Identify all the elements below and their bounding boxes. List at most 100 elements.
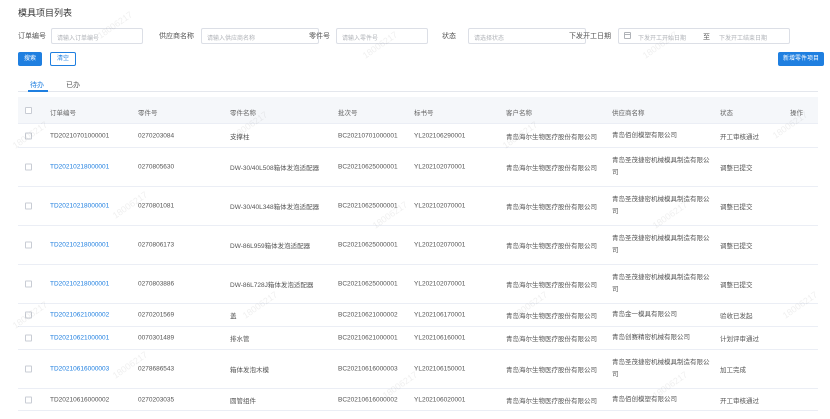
cell-order-no[interactable]: TD20210621000002: [50, 312, 109, 319]
cell-status: 调整已提交: [720, 165, 753, 172]
cell-customer: 青岛海尔生物医疗股份有限公司: [506, 313, 597, 320]
cell-supplier: 青岛圣茂捷密机械模具制造有限公司: [612, 196, 710, 215]
column-header-part-no: 零件号: [138, 110, 158, 117]
tab-done[interactable]: 已办: [66, 80, 80, 90]
order-no-input[interactable]: 请输入订单编号: [51, 28, 143, 44]
cell-part-no: 0270203035: [138, 396, 175, 403]
cell-part-name: DW-30/40L348箱体发泡适配器: [230, 204, 320, 211]
select-all-checkbox[interactable]: [25, 107, 32, 114]
column-header-batch-no: 批次号: [338, 110, 358, 117]
table-row[interactable]: TD20210701000001 0270203084 支撑柱 BC202107010…: [18, 125, 818, 148]
cell-status: 开工审核通过: [720, 134, 759, 141]
cell-supplier: 青岛佰创模塑有限公司: [612, 395, 677, 403]
table-row[interactable]: TD20210218000001 0270806173 DW-86L959箱体发泡适…: [18, 226, 818, 265]
cell-order-no[interactable]: TD20210616000003: [50, 366, 109, 373]
filter-bar: 订单编号 请输入订单编号 供应商名称 请输入供应商名称 零件号 请输入零件号 状…: [18, 28, 818, 44]
supplier-label: 供应商名称: [159, 33, 194, 40]
add-part-project-button[interactable]: 新增零件项目: [778, 52, 824, 66]
cell-bid-no: YL202106150001: [414, 365, 466, 373]
cell-customer: 青岛海尔生物医疗股份有限公司: [506, 204, 597, 211]
supplier-input[interactable]: 请输入供应商名称: [201, 28, 319, 44]
cell-supplier: 青岛金一模具有限公司: [612, 311, 677, 318]
cell-bid-no: YL202106290001: [414, 132, 466, 140]
cell-order-no[interactable]: TD20210218000001: [50, 164, 109, 171]
clear-button[interactable]: 清空: [50, 52, 76, 66]
row-checkbox[interactable]: [25, 396, 32, 403]
column-header-supplier: 供应商名称: [612, 110, 645, 117]
cell-status: 计划评审通过: [720, 336, 759, 343]
table-row[interactable]: TD20210621000001 0070301489 排水管 BC202106210…: [18, 327, 818, 350]
table-row[interactable]: TD20210218000001 0270803886 DW-86L728J箱体发泡…: [18, 265, 818, 304]
cell-part-name: 排水管: [230, 336, 250, 343]
date-start-placeholder[interactable]: 下发开工开始日期: [638, 33, 686, 42]
cell-customer: 青岛海尔生物医疗股份有限公司: [506, 336, 597, 343]
cell-bid-no: YL202102070001: [414, 280, 466, 288]
cell-bid-no: YL202102070001: [414, 241, 466, 249]
row-checkbox[interactable]: [25, 163, 32, 171]
cell-part-name: 盖: [230, 313, 237, 320]
cell-supplier: 青岛圣茂捷密机械模具制造有限公司: [612, 359, 710, 378]
start-date-range[interactable]: 下发开工开始日期 至 下发开工结束日期: [618, 28, 790, 44]
cell-part-no: 0270803886: [138, 280, 175, 288]
cell-bid-no: YL202102070001: [414, 163, 466, 171]
column-header-actions: 操作: [790, 110, 803, 117]
cell-batch-no: BC20210625000001: [338, 163, 398, 171]
cell-status: 调整已提交: [720, 204, 753, 211]
cell-customer: 青岛海尔生物医疗股份有限公司: [506, 134, 597, 141]
row-checkbox[interactable]: [25, 280, 32, 288]
part-no-input[interactable]: 请输入零件号: [336, 28, 428, 44]
cell-part-no: 0270201569: [138, 311, 175, 319]
column-header-order-no: 订单编号: [50, 110, 76, 117]
status-placeholder: 请选择状态: [474, 36, 505, 42]
cell-status: 验收已发起: [720, 313, 753, 320]
search-button[interactable]: 搜索: [18, 52, 42, 66]
row-checkbox[interactable]: [25, 202, 32, 210]
cell-batch-no: BC20210625000001: [338, 241, 398, 249]
cell-part-name: 箱体发泡木模: [230, 367, 269, 374]
cell-status: 加工完成: [720, 367, 746, 374]
supplier-placeholder: 请输入供应商名称: [207, 36, 256, 42]
table-row[interactable]: TD20210616000003 0278686543 箱体发泡木模 BC202106…: [18, 350, 818, 389]
cell-order-no: TD20210701000001: [50, 132, 110, 140]
table-row[interactable]: TD20210218000001 0270801081 DW-30/40L348箱体…: [18, 187, 818, 226]
cell-status: 开工审核通过: [720, 397, 759, 405]
part-no-label: 零件号: [309, 33, 330, 40]
row-checkbox[interactable]: [25, 334, 32, 342]
cell-order-no[interactable]: TD20210218000001: [50, 242, 109, 249]
part-no-placeholder: 请输入零件号: [342, 36, 379, 42]
cell-order-no[interactable]: TD20210218000001: [50, 281, 109, 288]
table-row[interactable]: TD20210218000001 0270805630 DW-30/40L508箱体…: [18, 148, 818, 187]
active-tab-indicator: [28, 90, 48, 92]
cell-supplier: 青岛佰创模塑有限公司: [612, 132, 677, 139]
cell-status: 调整已提交: [720, 243, 753, 250]
row-checkbox[interactable]: [25, 132, 32, 140]
cell-part-name: 支撑柱: [230, 134, 250, 141]
row-checkbox[interactable]: [25, 311, 32, 319]
date-end-placeholder[interactable]: 下发开工结束日期: [719, 33, 767, 42]
cell-order-no[interactable]: TD20210621000001: [50, 335, 109, 342]
cell-customer: 青岛海尔生物医疗股份有限公司: [506, 397, 597, 405]
date-separator: 至: [703, 34, 710, 41]
cell-bid-no: YL202106020001: [414, 396, 466, 403]
table-row[interactable]: TD20210621000002 0270201569 盖 BC20210621000…: [18, 304, 818, 327]
order-no-label: 订单编号: [18, 33, 46, 40]
row-checkbox[interactable]: [25, 241, 32, 249]
column-header-status: 状态: [720, 110, 733, 117]
table-row[interactable]: TD20210616000002 0270203035 圆管组件 BC20210616…: [18, 389, 818, 411]
column-header-part-name: 零件名称: [230, 110, 256, 117]
cell-order-no[interactable]: TD20210218000001: [50, 203, 109, 210]
tab-todo[interactable]: 待办: [30, 80, 44, 90]
table-header: 订单编号 零件号 零件名称 批次号 标书号 客户名称 供应商名称 状态 操作: [18, 97, 818, 124]
row-checkbox[interactable]: [25, 365, 32, 373]
cell-status: 调整已提交: [720, 282, 753, 289]
cell-bid-no: YL202106160001: [414, 334, 466, 342]
status-label: 状态: [442, 33, 456, 40]
cell-part-name: 圆管组件: [230, 397, 256, 405]
cell-batch-no: BC20210621000001: [338, 334, 398, 342]
cell-part-no: 0270806173: [138, 241, 175, 249]
start-date-label: 下发开工日期: [569, 33, 611, 40]
cell-customer: 青岛海尔生物医疗股份有限公司: [506, 165, 597, 172]
cell-supplier: 青岛圣茂捷密机械模具制造有限公司: [612, 157, 710, 176]
page-title: 模具项目列表: [18, 8, 73, 18]
cell-bid-no: YL202102070001: [414, 202, 466, 210]
